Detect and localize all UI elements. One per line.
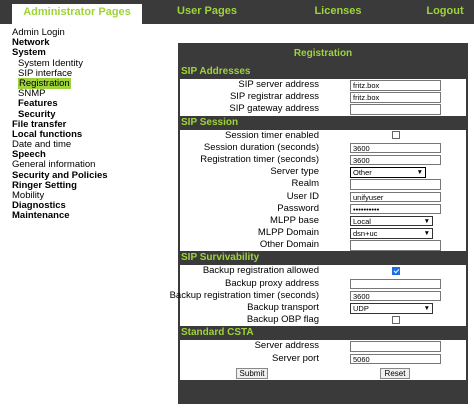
tab-user-pages[interactable]: User Pages — [172, 0, 242, 24]
top-navigation-bar: Administrator Pages User Pages Licenses … — [0, 0, 474, 24]
form-row: Backup OBP flag — [180, 314, 466, 326]
csta-server-port-input[interactable]: 5060 — [350, 353, 441, 365]
form-row: Server address — [180, 340, 466, 352]
chevron-down-icon: ▼ — [416, 169, 423, 177]
form-row: Server port 5060 — [180, 353, 466, 365]
form-row: MLPP base Local ▼ — [180, 215, 466, 227]
tab-licenses[interactable]: Licenses — [312, 0, 364, 24]
chevron-down-icon: ▼ — [423, 230, 430, 238]
sidebar-item-features[interactable]: Features — [12, 99, 172, 109]
field-label: Other Domain — [259, 239, 319, 251]
form-row: Session timer enabled — [180, 130, 466, 142]
section-standard-csta: Server address Server port 5060 Submit R… — [180, 340, 466, 380]
field-label: MLPP base — [270, 214, 319, 226]
form-row: Session duration (seconds) 3600 — [180, 142, 466, 154]
csta-server-address-input[interactable] — [350, 341, 441, 352]
other-domain-input[interactable] — [350, 240, 441, 251]
form-row: Backup transport UDP ▼ — [180, 302, 466, 314]
field-label: User ID — [286, 190, 319, 202]
backup-registration-timer-input[interactable]: 3600 — [350, 290, 441, 302]
select-value: UDP — [353, 304, 369, 313]
section-sip-addresses: SIP server address fritz.box SIP registr… — [180, 79, 466, 116]
field-label: MLPP Domain — [257, 227, 319, 239]
form-row: User ID unifyuser — [180, 191, 466, 203]
backup-obp-flag-checkbox[interactable] — [392, 315, 400, 324]
sip-registrar-address-input[interactable]: fritz.box — [350, 92, 441, 103]
field-label: Server port — [272, 352, 319, 364]
form-row: Other Domain — [180, 239, 466, 251]
section-heading-sip-addresses: SIP Addresses — [181, 66, 251, 77]
form-row: Backup proxy address — [180, 278, 466, 290]
sip-gateway-address-input[interactable] — [350, 104, 441, 115]
field-label: Registration timer (seconds) — [200, 153, 319, 165]
section-heading-sip-survivability: SIP Survivability — [181, 252, 260, 264]
section-heading-sip-session: SIP Session — [181, 116, 239, 128]
realm-input[interactable] — [350, 179, 441, 190]
user-id-input[interactable]: unifyuser — [350, 191, 441, 202]
select-value: Local — [353, 216, 371, 226]
form-row: Realm — [180, 178, 466, 190]
chevron-down-icon: ▼ — [423, 305, 430, 312]
form-row: SIP gateway address — [180, 103, 466, 115]
field-label: Backup transport — [247, 302, 319, 313]
backup-proxy-address-input[interactable] — [350, 278, 441, 290]
logout-link[interactable]: Logout — [424, 0, 466, 24]
mlpp-domain-select[interactable]: dsn+uc ▼ — [350, 228, 433, 239]
field-label: Backup registration allowed — [202, 265, 319, 277]
session-timer-enabled-checkbox[interactable] — [392, 131, 400, 140]
form-row: Registration timer (seconds) 3600 — [180, 154, 466, 166]
sidebar-menu: Admin Login Network System System Identi… — [12, 27, 172, 222]
form-buttons: Submit Reset — [180, 366, 466, 380]
select-value: Other — [353, 168, 372, 178]
registration-panel: Registration SIP Addresses SIP server ad… — [170, 43, 468, 404]
field-label: Session timer enabled — [225, 129, 319, 141]
field-label: Server address — [254, 340, 319, 352]
form-row: SIP server address fritz.box — [180, 79, 466, 91]
chevron-down-icon: ▼ — [423, 217, 430, 225]
backup-registration-allowed-checkbox[interactable] — [392, 266, 400, 275]
field-label: Session duration (seconds) — [203, 141, 319, 153]
form-row: Backup registration allowed — [180, 265, 466, 277]
section-sip-session: Session timer enabled Session duration (… — [180, 129, 466, 252]
registration-timer-input[interactable]: 3600 — [350, 154, 441, 166]
tab-administrator-pages[interactable]: Administrator Pages — [12, 4, 142, 24]
field-label: SIP gateway address — [229, 103, 319, 115]
field-label: Password — [277, 202, 319, 214]
field-label: Realm — [291, 178, 319, 190]
field-label: Backup proxy address — [225, 277, 319, 289]
form-row: Password •••••••••• — [180, 203, 466, 215]
backup-transport-select[interactable]: UDP ▼ — [350, 303, 433, 314]
field-label: SIP server address — [238, 79, 319, 90]
field-label: Backup registration timer (seconds) — [169, 289, 319, 301]
reset-button[interactable]: Reset — [380, 367, 410, 379]
panel-title: Registration — [293, 48, 353, 59]
field-label: SIP registrar address — [229, 91, 319, 103]
field-label: Backup OBP flag — [246, 314, 319, 326]
field-label: Server type — [270, 166, 319, 178]
session-duration-input[interactable]: 3600 — [350, 142, 441, 154]
sidebar-item-maintenance[interactable]: Maintenance — [12, 211, 172, 221]
submit-button[interactable]: Submit — [236, 367, 268, 379]
server-type-select[interactable]: Other ▼ — [350, 167, 426, 178]
form-row: Server type Other ▼ — [180, 166, 466, 178]
password-input[interactable]: •••••••••• — [350, 203, 441, 215]
form-row: Backup registration timer (seconds) 3600 — [170, 290, 466, 302]
form-row: MLPP Domain dsn+uc ▼ — [180, 227, 466, 239]
section-sip-survivability: Backup registration allowed Backup proxy… — [170, 265, 466, 327]
form-row: SIP registrar address fritz.box — [180, 91, 466, 103]
sip-server-address-input[interactable]: fritz.box — [350, 80, 441, 91]
mlpp-base-select[interactable]: Local ▼ — [350, 215, 433, 227]
section-heading-standard-csta: Standard CSTA — [181, 327, 254, 339]
select-value: dsn+uc — [353, 229, 378, 239]
